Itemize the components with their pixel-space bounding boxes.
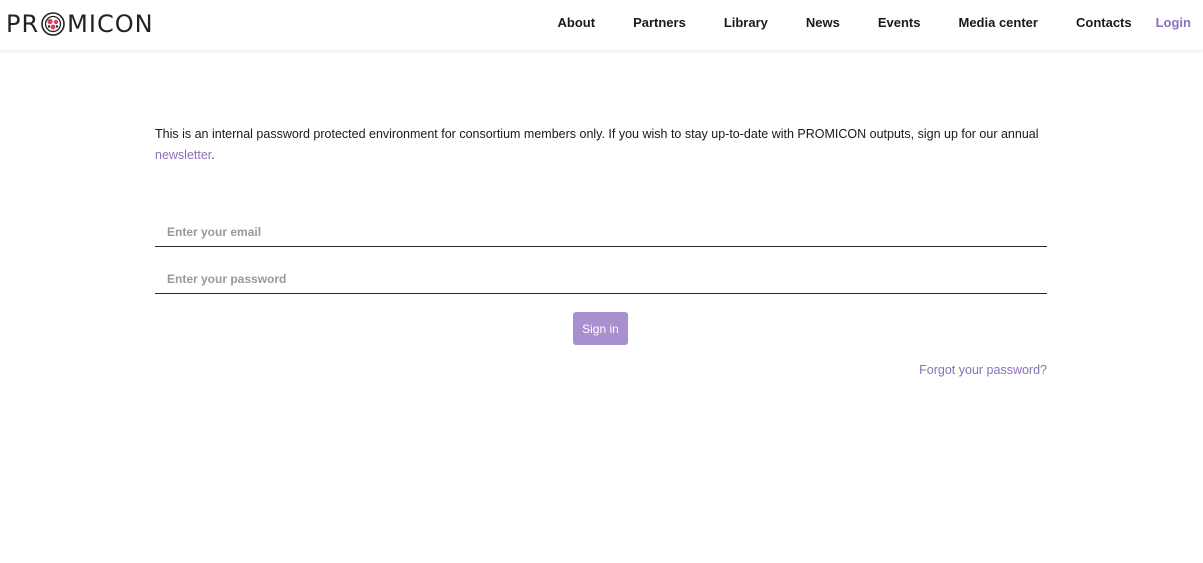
- forgot-password-link[interactable]: Forgot your password?: [919, 363, 1047, 377]
- nav-partners[interactable]: Partners: [633, 15, 686, 30]
- promicon-logo[interactable]: PR MICON: [6, 9, 154, 39]
- intro-text-before: This is an internal password protected e…: [155, 127, 1039, 141]
- nav-news[interactable]: News: [806, 15, 840, 30]
- nav-media-center[interactable]: Media center: [959, 15, 1038, 30]
- logo-text-prefix: PR: [6, 10, 40, 38]
- newsletter-link[interactable]: newsletter: [155, 148, 211, 162]
- nav-contacts[interactable]: Contacts: [1076, 15, 1132, 30]
- promicon-o-icon: [41, 12, 65, 36]
- intro-text: This is an internal password protected e…: [155, 124, 1055, 166]
- logo-text-suffix: MICON: [67, 10, 154, 38]
- nav-library[interactable]: Library: [724, 15, 768, 30]
- intro-text-after: .: [211, 148, 215, 162]
- nav-events[interactable]: Events: [878, 15, 921, 30]
- nav-login[interactable]: Login: [1156, 15, 1191, 30]
- email-input[interactable]: [155, 217, 1047, 247]
- password-input[interactable]: [155, 264, 1047, 294]
- site-header: PR MICON About Partners Library News Eve…: [0, 0, 1203, 51]
- main-nav: About Partners Library News Events Media…: [558, 0, 1203, 44]
- nav-about[interactable]: About: [558, 15, 596, 30]
- sign-in-button[interactable]: Sign in: [573, 312, 628, 345]
